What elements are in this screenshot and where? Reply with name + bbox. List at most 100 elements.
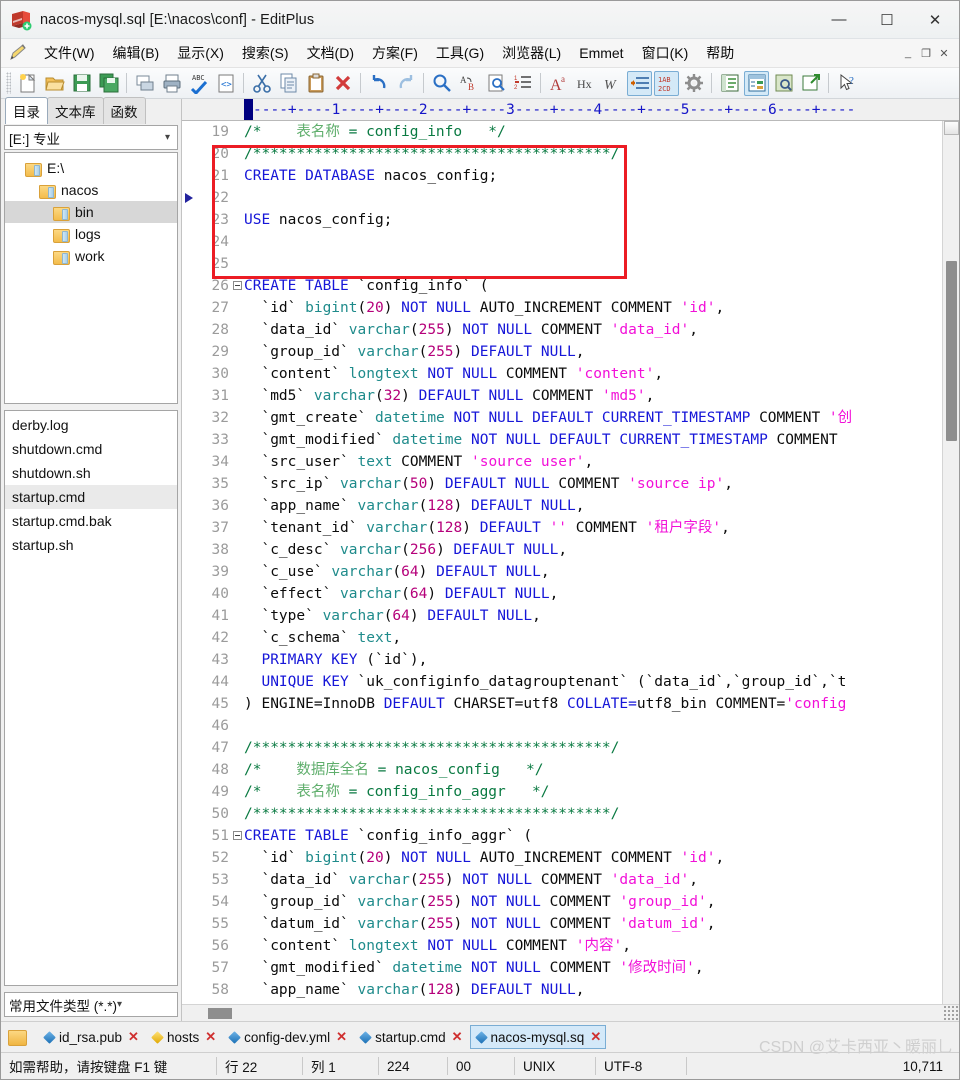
indent-icon[interactable] xyxy=(627,70,652,96)
replace-icon[interactable]: AB xyxy=(456,71,481,96)
sidebar-tab-2[interactable]: 函数 xyxy=(102,97,146,124)
code-line[interactable]: /***************************************… xyxy=(244,803,942,825)
menu-item-9[interactable]: 窗口(K) xyxy=(633,40,698,66)
menu-item-0[interactable]: 文件(W) xyxy=(35,40,104,66)
code-line[interactable]: `md5` varchar(32) DEFAULT NULL COMMENT '… xyxy=(244,385,942,407)
code-line[interactable]: `group_id` varchar(255) NOT NULL COMMENT… xyxy=(244,891,942,913)
code-line[interactable]: `src_ip` varchar(50) DEFAULT NULL COMMEN… xyxy=(244,473,942,495)
preview-icon[interactable] xyxy=(771,71,796,96)
word-wrap-icon[interactable]: W xyxy=(600,71,625,96)
menu-item-3[interactable]: 搜索(S) xyxy=(233,40,298,66)
status-line-ending[interactable]: UNIX xyxy=(515,1053,595,1079)
code-line[interactable] xyxy=(244,187,942,209)
sidebar-tab-0[interactable]: 目录 xyxy=(5,97,48,124)
code-line[interactable]: CREATE TABLE `config_info_aggr` ( xyxy=(244,825,942,847)
resize-grip[interactable] xyxy=(943,1005,959,1021)
menu-item-8[interactable]: Emmet xyxy=(570,42,632,64)
menu-item-2[interactable]: 显示(X) xyxy=(168,40,233,66)
code-line[interactable]: `c_schema` text, xyxy=(244,627,942,649)
delete-icon[interactable] xyxy=(330,71,355,96)
code-line[interactable] xyxy=(244,253,942,275)
sidebar-tab-1[interactable]: 文本库 xyxy=(47,97,104,124)
code-line[interactable] xyxy=(244,231,942,253)
code-area[interactable]: 19 20 21 22 23 24 25 26 27 28 29 30 31 32 33 34 35 36 37 38… xyxy=(182,121,959,1004)
file-list-item[interactable]: shutdown.sh xyxy=(5,461,177,485)
toolbar-grip[interactable] xyxy=(6,72,11,94)
menu-item-7[interactable]: 浏览器(L) xyxy=(493,40,570,66)
code-line[interactable]: `datum_id` varchar(255) NOT NULL COMMENT… xyxy=(244,913,942,935)
marker-column[interactable] xyxy=(182,121,195,1004)
file-list-item[interactable]: shutdown.cmd xyxy=(5,437,177,461)
code-line[interactable]: ) ENGINE=InnoDB DEFAULT CHARSET=utf8 COL… xyxy=(244,693,942,715)
file-list-item[interactable]: startup.cmd xyxy=(5,485,177,509)
find-icon[interactable] xyxy=(429,71,454,96)
hex-viewer-icon[interactable]: Hx xyxy=(573,71,598,96)
maximize-button[interactable]: ☐ xyxy=(863,1,911,38)
font-icon[interactable]: Aa xyxy=(546,71,571,96)
mdi-restore-button[interactable]: ❐ xyxy=(917,45,935,61)
directory-tree[interactable]: E:\ nacos bin logs work xyxy=(4,152,178,404)
folder-icon[interactable] xyxy=(8,1028,28,1046)
tree-item-E[interactable]: E:\ xyxy=(5,157,177,179)
close-tab-icon[interactable]: ✕ xyxy=(128,1029,139,1045)
browser-icon[interactable] xyxy=(798,71,823,96)
menu-item-5[interactable]: 方案(F) xyxy=(363,40,427,66)
tree-item-logs[interactable]: logs xyxy=(5,223,177,245)
code-line[interactable]: `data_id` varchar(255) NOT NULL COMMENT … xyxy=(244,869,942,891)
open-file-icon[interactable] xyxy=(42,71,67,96)
document-tab-2[interactable]: config-dev.yml ✕ xyxy=(223,1025,352,1049)
horizontal-scroll-track[interactable] xyxy=(182,1005,943,1021)
code-line[interactable]: /***************************************… xyxy=(244,143,942,165)
close-tab-icon[interactable]: ✕ xyxy=(336,1029,347,1045)
code-line[interactable] xyxy=(244,715,942,737)
document-selector-icon[interactable] xyxy=(717,71,742,96)
tree-item-nacos[interactable]: nacos xyxy=(5,179,177,201)
new-file-icon[interactable] xyxy=(15,71,40,96)
file-list-item[interactable]: startup.cmd.bak xyxy=(5,509,177,533)
tree-item-bin[interactable]: bin xyxy=(5,201,177,223)
drive-combo[interactable]: [E:] 专业 ▾ xyxy=(4,125,178,150)
file-list-item[interactable]: derby.log xyxy=(5,413,177,437)
directory-window-icon[interactable] xyxy=(744,70,769,96)
code-line[interactable]: `type` varchar(64) DEFAULT NULL, xyxy=(244,605,942,627)
find-in-files-icon[interactable] xyxy=(483,71,508,96)
vertical-scroll-thumb[interactable] xyxy=(946,261,957,441)
code-line[interactable]: PRIMARY KEY (`id`), xyxy=(244,649,942,671)
code-line[interactable]: `c_use` varchar(64) DEFAULT NULL, xyxy=(244,561,942,583)
code-line[interactable]: CREATE DATABASE nacos_config; xyxy=(244,165,942,187)
horizontal-scroll-thumb[interactable] xyxy=(208,1008,232,1019)
code-line[interactable]: /***************************************… xyxy=(244,737,942,759)
file-filter-combo[interactable]: 常用文件类型 (*.*) ▾ xyxy=(4,992,178,1017)
horizontal-scrollbar[interactable] xyxy=(182,1004,959,1021)
menu-item-4[interactable]: 文档(D) xyxy=(298,40,363,66)
code-line[interactable]: `gmt_create` datetime NOT NULL DEFAULT C… xyxy=(244,407,942,429)
code-line[interactable]: USE nacos_config; xyxy=(244,209,942,231)
document-tab-1[interactable]: hosts ✕ xyxy=(146,1025,221,1049)
print-preview-icon[interactable] xyxy=(132,71,157,96)
code-text[interactable]: /* 表名称 = config_info *//****************… xyxy=(244,121,942,1004)
code-line[interactable]: `data_id` varchar(255) NOT NULL COMMENT … xyxy=(244,319,942,341)
goto-line-icon[interactable]: 12 xyxy=(510,71,535,96)
code-line[interactable]: CREATE TABLE `config_info` ( xyxy=(244,275,942,297)
document-tab-4[interactable]: nacos-mysql.sq ✕ xyxy=(469,1025,607,1049)
mdi-minimize-button[interactable]: _ xyxy=(899,45,917,61)
document-tab-3[interactable]: startup.cmd ✕ xyxy=(354,1025,467,1049)
menu-item-6[interactable]: 工具(G) xyxy=(427,40,493,66)
fold-column[interactable] xyxy=(231,121,244,1004)
code-line[interactable]: `content` longtext NOT NULL COMMENT 'con… xyxy=(244,363,942,385)
close-button[interactable]: ✕ xyxy=(911,1,959,38)
code-line[interactable]: `gmt_modified` datetime NOT NULL DEFAULT… xyxy=(244,429,942,451)
code-line[interactable]: `effect` varchar(64) DEFAULT NULL, xyxy=(244,583,942,605)
paste-icon[interactable] xyxy=(303,71,328,96)
html-tag-icon[interactable]: <> xyxy=(213,71,238,96)
close-tab-icon[interactable]: ✕ xyxy=(452,1029,463,1045)
code-line[interactable]: `src_user` text COMMENT 'source user', xyxy=(244,451,942,473)
help-cursor-icon[interactable]: ? xyxy=(834,71,859,96)
menu-item-1[interactable]: 编辑(B) xyxy=(104,40,169,66)
print-icon[interactable] xyxy=(159,71,184,96)
spellcheck-icon[interactable]: ABC xyxy=(186,71,211,96)
match-case-icon[interactable]: 1AB 2CD xyxy=(654,70,679,96)
close-tab-icon[interactable]: ✕ xyxy=(590,1029,601,1045)
code-line[interactable]: `id` bigint(20) NOT NULL AUTO_INCREMENT … xyxy=(244,847,942,869)
code-line[interactable]: `tenant_id` varchar(128) DEFAULT '' COMM… xyxy=(244,517,942,539)
